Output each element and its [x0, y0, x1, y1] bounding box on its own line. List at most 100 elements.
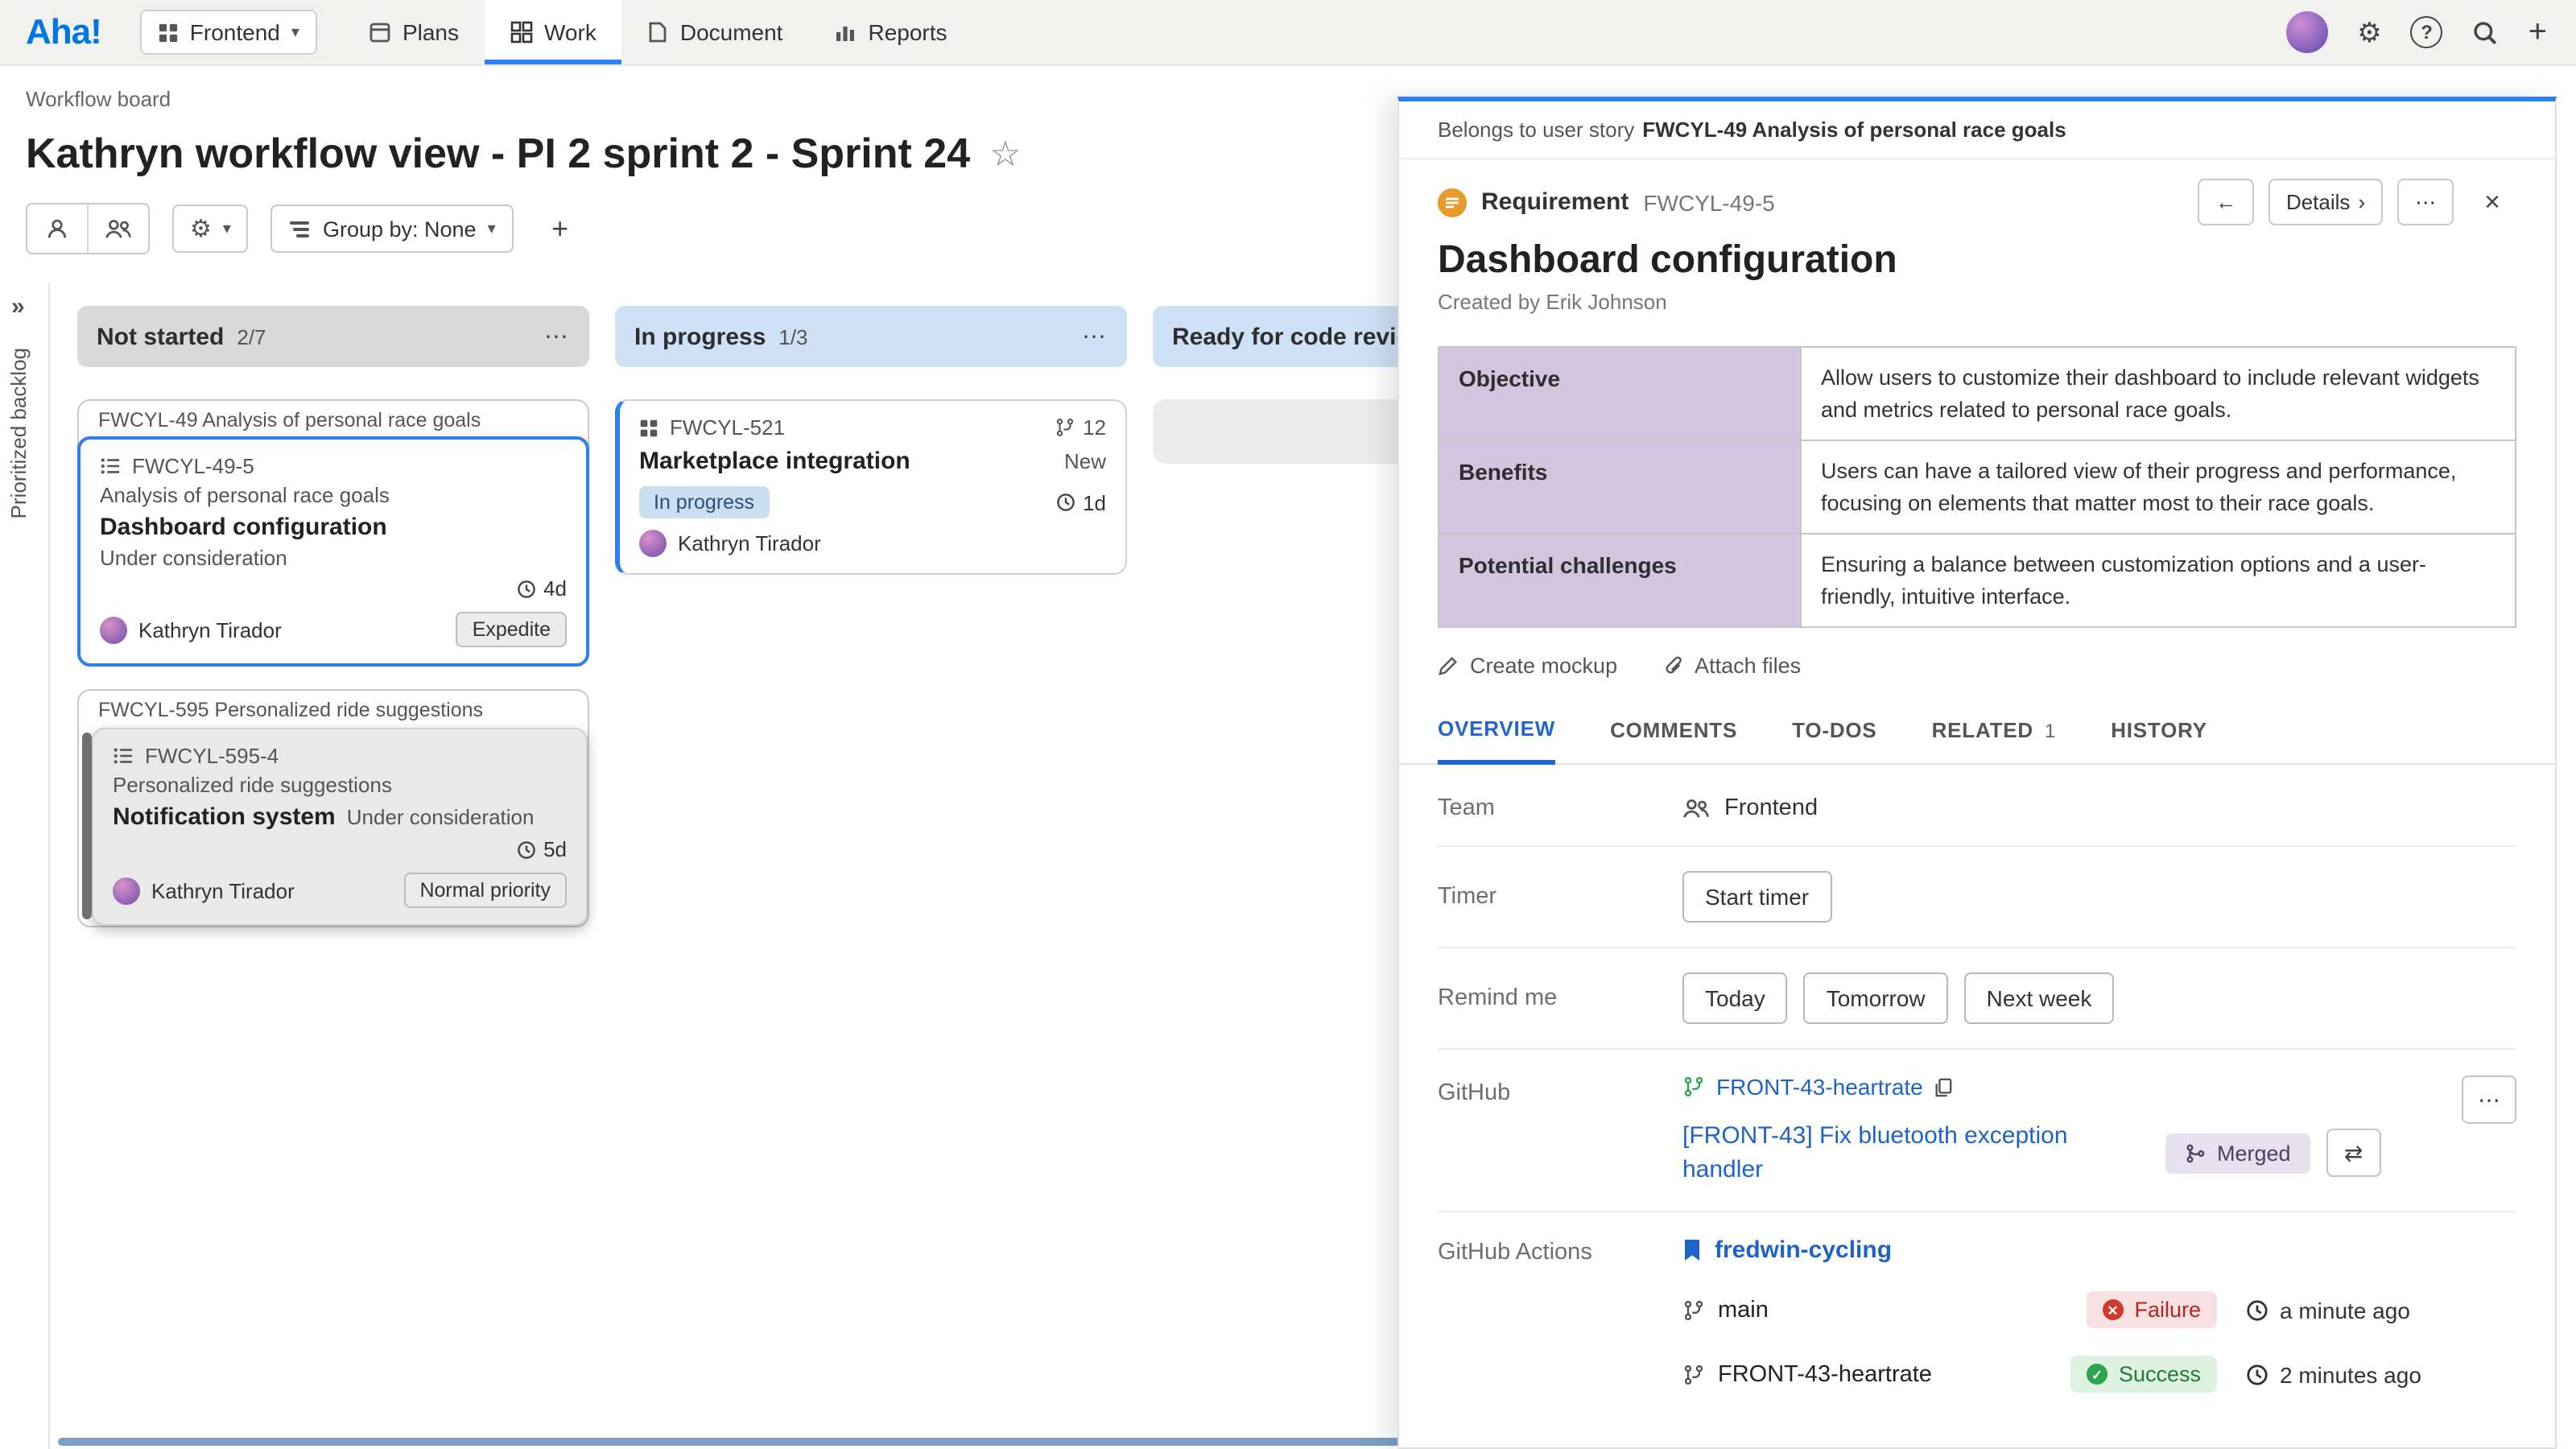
pr-merged-badge: Merged — [2165, 1133, 2310, 1174]
card-title: Notification system — [113, 803, 336, 831]
remind-tomorrow-button[interactable]: Tomorrow — [1804, 973, 1948, 1025]
search-icon[interactable] — [2472, 19, 2500, 46]
board-toolbar: ⚙ ▾ Group by: None ▾ + — [26, 203, 584, 254]
github-more-button[interactable]: ⋯ — [2462, 1076, 2516, 1125]
details-button[interactable]: Details › — [2268, 179, 2383, 225]
priority-tag[interactable]: Expedite — [456, 612, 567, 647]
requirement-list-icon — [100, 456, 121, 477]
run-branch-name[interactable]: main — [1718, 1298, 1769, 1323]
my-work-filter-button[interactable] — [27, 204, 87, 253]
card-ref: FWCYL-521 — [670, 415, 785, 440]
remind-next-week-button[interactable]: Next week — [1964, 973, 2115, 1025]
run-branch-name[interactable]: FRONT-43-heartrate — [1718, 1362, 1932, 1388]
attributes-table: Objective Allow users to customize their… — [1438, 346, 2516, 629]
tab-work[interactable]: Work — [485, 0, 622, 64]
refresh-button[interactable]: ⇄ — [2326, 1129, 2381, 1178]
assignee-avatar — [113, 877, 140, 904]
group-by-label: Group by: None — [323, 217, 477, 241]
breadcrumb[interactable]: Workflow board — [26, 87, 171, 111]
team-work-filter-button[interactable] — [87, 204, 148, 253]
field-remind-me: Remind me Today Tomorrow Next week — [1438, 949, 2516, 1051]
panel-more-button[interactable]: ⋯ — [2397, 179, 2454, 225]
group-label[interactable]: FWCYL-595 Personalized ride suggestions — [79, 691, 588, 728]
repo-link-row[interactable]: fredwin-cycling — [1682, 1237, 2516, 1265]
priority-tag[interactable]: Normal priority — [403, 873, 567, 908]
github-pr-link[interactable]: [FRONT-43] Fix bluetooth exception handl… — [1682, 1120, 2117, 1187]
belongs-prefix: Belongs to user story — [1438, 118, 1634, 142]
settings-gear-icon[interactable]: ⚙ — [2357, 19, 2382, 46]
bookmark-icon — [1682, 1239, 1702, 1263]
chevron-down-icon: ▾ — [223, 220, 231, 237]
tab-reports[interactable]: Reports — [808, 0, 972, 64]
tab-comments[interactable]: COMMENTS — [1610, 708, 1737, 764]
assignee-avatar — [639, 530, 667, 557]
story-group-fwcyl-595: FWCYL-595 Personalized ride suggestions … — [77, 689, 589, 927]
remind-today-button[interactable]: Today — [1682, 973, 1788, 1025]
group-label[interactable]: FWCYL-49 Analysis of personal race goals — [79, 401, 588, 438]
create-plus-icon[interactable]: + — [2529, 16, 2547, 48]
column-menu-icon[interactable]: ⋯ — [1082, 322, 1108, 351]
card-fwcyl-595-4[interactable]: FWCYL-595-4 Personalized ride suggestion… — [92, 728, 588, 926]
start-timer-button[interactable]: Start timer — [1682, 872, 1831, 923]
tab-todos[interactable]: TO-DOS — [1792, 708, 1876, 764]
tab-document[interactable]: Document — [622, 0, 809, 64]
column-count: 1/3 — [778, 324, 807, 349]
record-ref: FWCYL-49-5 — [1643, 189, 1774, 215]
run-status-badge-success: ✓ Success — [2070, 1356, 2217, 1393]
table-row: Benefits Users can have a tailored view … — [1439, 440, 2516, 534]
record-type-label: Requirement — [1481, 188, 1629, 216]
assignee-filter-group — [26, 203, 150, 254]
backlog-rail-label[interactable]: Prioritized backlog — [6, 348, 31, 518]
group-by-button[interactable]: Group by: None ▾ — [271, 204, 514, 253]
team-value[interactable]: Frontend — [1724, 796, 1818, 822]
tab-plans[interactable]: Plans — [343, 0, 485, 64]
run-time-label: 2 minutes ago — [2280, 1362, 2421, 1388]
clock-icon — [2246, 1299, 2268, 1322]
attach-files-button[interactable]: Attach files — [1662, 654, 1801, 679]
tab-history[interactable]: HISTORY — [2111, 708, 2207, 764]
belongs-story-link[interactable]: FWCYL-49 Analysis of personal race goals — [1642, 118, 2066, 142]
help-icon[interactable]: ? — [2411, 16, 2443, 48]
work-icon — [510, 21, 533, 43]
board-horizontal-scrollbar[interactable] — [58, 1438, 1401, 1446]
board-settings-button[interactable]: ⚙ ▾ — [172, 204, 249, 253]
card-age: 5d — [543, 837, 567, 861]
tab-related-label: RELATED — [1932, 719, 2033, 743]
card-fwcyl-521[interactable]: FWCYL-521 12 Marketplace integration New… — [615, 399, 1127, 575]
details-label: Details — [2286, 190, 2351, 214]
column-menu-icon[interactable]: ⋯ — [544, 322, 570, 351]
people-icon — [105, 217, 132, 241]
user-avatar[interactable] — [2286, 11, 2328, 53]
assignee-name: Kathryn Tirador — [151, 878, 295, 902]
workspace-icon — [158, 22, 179, 43]
attr-label: Potential challenges — [1439, 535, 1801, 628]
aha-logo[interactable]: Aha! — [26, 11, 101, 53]
create-mockup-button[interactable]: Create mockup — [1438, 654, 1617, 679]
card-workflow-status: Under consideration — [347, 805, 535, 829]
add-column-button[interactable]: + — [536, 204, 584, 253]
reports-icon — [834, 21, 857, 43]
tab-overview[interactable]: OVERVIEW — [1438, 708, 1555, 766]
top-nav: Aha! Frontend ▾ Plans Work Document Repo… — [0, 0, 2576, 66]
tab-plans-label: Plans — [402, 19, 459, 45]
close-panel-button[interactable]: × — [2468, 180, 2516, 224]
card-workflow-status: New — [1064, 449, 1106, 473]
field-github: GitHub FRONT-43-heartrate [FRONT-43] Fix… — [1438, 1051, 2516, 1213]
back-button[interactable]: ← — [2198, 179, 2254, 225]
card-title: Marketplace integration — [639, 448, 910, 475]
requirements-count-icon — [1054, 417, 1075, 438]
tab-related[interactable]: RELATED 1 — [1932, 708, 2057, 764]
git-branch-icon — [1682, 1364, 1705, 1386]
copy-icon[interactable] — [1934, 1077, 1954, 1098]
panel-tabs: OVERVIEW COMMENTS TO-DOS RELATED 1 HISTO… — [1399, 708, 2555, 766]
workspace-switcher[interactable]: Frontend ▾ — [140, 10, 317, 55]
expand-backlog-icon[interactable]: » — [11, 293, 25, 320]
card-age: 1d — [1083, 490, 1106, 514]
story-group-fwcyl-49: FWCYL-49 Analysis of personal race goals… — [77, 399, 589, 667]
card-fwcyl-49-5[interactable]: FWCYL-49-5 Analysis of personal race goa… — [77, 436, 589, 667]
favorite-star-icon[interactable]: ☆ — [989, 133, 1021, 175]
clock-icon — [516, 840, 535, 859]
github-branch-link[interactable]: FRONT-43-heartrate — [1716, 1075, 1923, 1100]
tab-document-label: Document — [680, 19, 783, 45]
repo-name[interactable]: fredwin-cycling — [1715, 1237, 1892, 1265]
